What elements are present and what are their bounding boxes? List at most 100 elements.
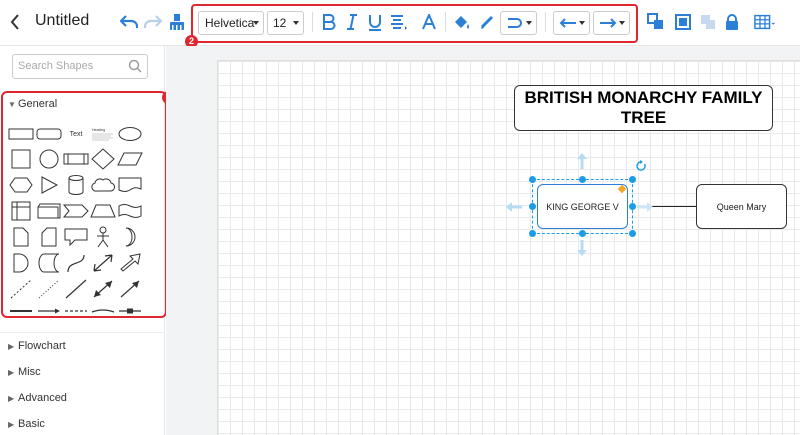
shape-ellipse[interactable] xyxy=(116,122,144,146)
quick-connect-right-arrow[interactable] xyxy=(636,201,654,213)
panel-divider xyxy=(0,332,165,333)
table-button[interactable] xyxy=(754,11,776,33)
shape-actor[interactable] xyxy=(89,225,117,249)
shape-arrow-line[interactable] xyxy=(116,277,144,301)
shape-step[interactable] xyxy=(62,199,90,223)
diamond-shape-icon xyxy=(91,148,115,170)
shape-tape[interactable] xyxy=(116,199,144,223)
shape-triangle[interactable] xyxy=(35,173,63,197)
font-family-select[interactable]: Helvetica xyxy=(198,11,264,35)
shape-link-connector[interactable] xyxy=(116,304,144,318)
shape-cloud[interactable] xyxy=(89,173,117,197)
redo-button[interactable] xyxy=(142,11,164,33)
shape-internal-storage[interactable] xyxy=(7,199,35,223)
rotate-handle[interactable] xyxy=(635,160,647,172)
search-icon[interactable] xyxy=(128,59,142,78)
document-shape-icon xyxy=(118,177,142,192)
shape-note[interactable] xyxy=(7,225,35,249)
shape-dashed-connector[interactable] xyxy=(62,304,90,318)
shape-crescent[interactable] xyxy=(116,225,144,249)
dashed-connector-shape-icon xyxy=(65,310,87,312)
shape-line[interactable] xyxy=(62,277,90,301)
document-title[interactable]: Untitled xyxy=(35,12,89,30)
lock-button[interactable] xyxy=(721,11,743,33)
node-queen-mary[interactable]: Queen Mary xyxy=(696,184,787,229)
underline-button[interactable] xyxy=(364,11,386,33)
format-painter-button[interactable] xyxy=(166,11,188,33)
shape-card[interactable] xyxy=(35,199,63,223)
search-shapes-input[interactable] xyxy=(18,60,128,72)
undo-button[interactable] xyxy=(118,11,140,33)
shape-diamond[interactable] xyxy=(89,147,117,171)
block-arrow-shape-icon xyxy=(120,253,141,272)
toolbar-divider xyxy=(545,12,546,32)
shape-arrow-connector[interactable] xyxy=(35,304,63,318)
shape-dotted-line[interactable] xyxy=(35,277,63,301)
section-basic-header[interactable]: ▶ Basic xyxy=(8,418,45,430)
line-end-select[interactable] xyxy=(593,11,630,35)
search-box[interactable] xyxy=(12,54,148,79)
resize-handle-right[interactable] xyxy=(629,203,636,210)
note-shape-icon xyxy=(13,227,29,247)
arrow-right-icon xyxy=(600,18,617,28)
font-size-select[interactable]: 12 xyxy=(267,11,304,35)
line-start-select[interactable] xyxy=(553,11,590,35)
group-button[interactable] xyxy=(672,11,694,33)
shape-double-arrow-line[interactable] xyxy=(89,277,117,301)
resize-handle-bottom-left[interactable] xyxy=(529,230,536,237)
arrange-button[interactable] xyxy=(645,11,667,33)
quick-connect-up-arrow[interactable] xyxy=(576,152,588,170)
ungroup-button[interactable] xyxy=(697,11,719,33)
bold-button[interactable] xyxy=(318,11,340,33)
shape-circle[interactable] xyxy=(35,147,63,171)
fill-color-button[interactable] xyxy=(451,11,473,33)
line-color-button[interactable] xyxy=(476,11,498,33)
shape-callout[interactable] xyxy=(62,225,90,249)
shape-delay[interactable] xyxy=(7,251,35,275)
shape-thick-line[interactable] xyxy=(7,304,35,318)
shape-card-corner[interactable] xyxy=(35,225,63,249)
shape-block-arrow[interactable] xyxy=(116,251,144,275)
shape-hexagon[interactable] xyxy=(7,173,35,197)
resize-handle-bottom[interactable] xyxy=(579,230,586,237)
shape-square[interactable] xyxy=(7,147,35,171)
shape-heading-text[interactable]: Heading xyxy=(89,122,117,146)
crescent-shape-icon xyxy=(125,227,136,247)
arrow-line-shape-icon xyxy=(120,280,140,298)
shape-rounded-rectangle[interactable] xyxy=(35,122,63,146)
shape-stored-data[interactable] xyxy=(35,251,63,275)
chevron-down-icon xyxy=(293,21,299,25)
shape-process[interactable] xyxy=(62,147,90,171)
quick-connect-left-arrow[interactable] xyxy=(505,201,523,213)
resize-handle-top[interactable] xyxy=(579,176,586,183)
resize-handle-top-right[interactable] xyxy=(629,176,636,183)
section-flowchart-header[interactable]: ▶ Flowchart xyxy=(8,340,66,352)
title-shape[interactable]: BRITISH MONARCHY FAMILY TREE xyxy=(514,85,773,131)
section-misc-header[interactable]: ▶ Misc xyxy=(8,366,41,378)
node-king-george-label: KING GEORGE V xyxy=(546,201,619,212)
link-connector-shape-icon xyxy=(119,308,141,314)
shape-dashed-line[interactable] xyxy=(7,277,35,301)
shape-parallelogram[interactable] xyxy=(116,147,144,171)
section-advanced-header[interactable]: ▶ Advanced xyxy=(8,392,67,404)
shape-cylinder[interactable] xyxy=(62,173,90,197)
resize-handle-left[interactable] xyxy=(529,203,536,210)
connector-style-select[interactable] xyxy=(500,11,537,35)
shape-bidirectional-arrow[interactable] xyxy=(89,251,117,275)
resize-handle-bottom-right[interactable] xyxy=(629,230,636,237)
shape-text[interactable]: Text xyxy=(62,122,90,146)
shape-rectangle[interactable] xyxy=(7,122,35,146)
shape-curve[interactable] xyxy=(62,251,90,275)
font-color-button[interactable] xyxy=(418,11,440,33)
resize-handle-top-left[interactable] xyxy=(529,176,536,183)
rectangle-shape-icon xyxy=(8,128,34,140)
shape-document[interactable] xyxy=(116,173,144,197)
italic-button[interactable] xyxy=(341,11,363,33)
drawing-canvas[interactable]: BRITISH MONARCHY FAMILY TREE KING GEORGE… xyxy=(217,60,800,435)
text-align-button[interactable] xyxy=(388,11,410,33)
quick-connect-down-arrow[interactable] xyxy=(576,239,588,257)
shape-curved-connector[interactable] xyxy=(89,304,117,318)
shape-trapezoid[interactable] xyxy=(89,199,117,223)
back-button[interactable] xyxy=(8,10,22,34)
node-king-george[interactable]: KING GEORGE V xyxy=(537,184,628,229)
